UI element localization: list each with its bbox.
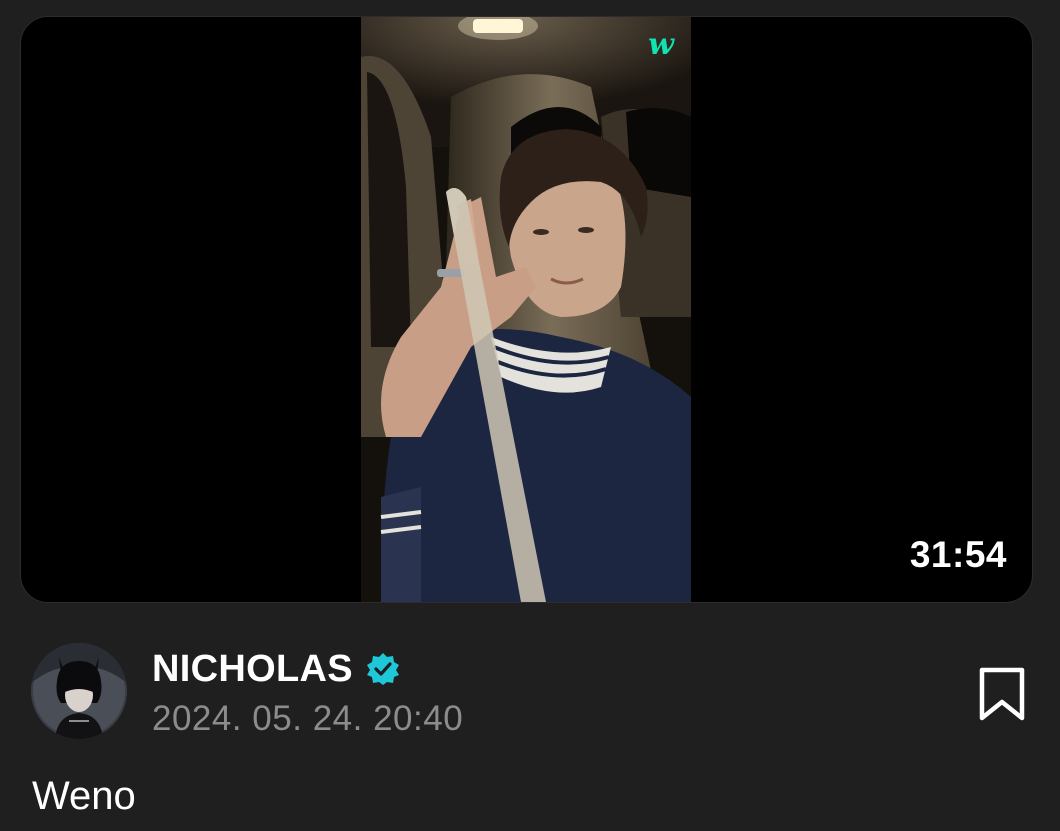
- author-name[interactable]: NICHOLAS: [152, 648, 353, 691]
- bookmark-button[interactable]: [977, 666, 1027, 722]
- post-timestamp: 2024. 05. 24. 20:40: [152, 699, 464, 738]
- video-player[interactable]: w 31:54: [20, 16, 1033, 603]
- video-thumbnail: w: [361, 17, 691, 602]
- post-header: NICHOLAS 2024. 05. 24. 20:40: [31, 641, 1031, 741]
- author-name-row: NICHOLAS: [152, 645, 400, 693]
- post-body-text: Weno: [32, 774, 136, 818]
- post-page: w 31:54 NICHOLAS 2024. 05. 24. 20:40 Wen…: [0, 0, 1060, 831]
- avatar[interactable]: [31, 643, 127, 739]
- verified-badge-icon: [366, 652, 400, 686]
- video-duration: 31:54: [909, 534, 1007, 575]
- weverse-logo-icon: w: [648, 27, 674, 62]
- bookmark-icon: [979, 667, 1025, 721]
